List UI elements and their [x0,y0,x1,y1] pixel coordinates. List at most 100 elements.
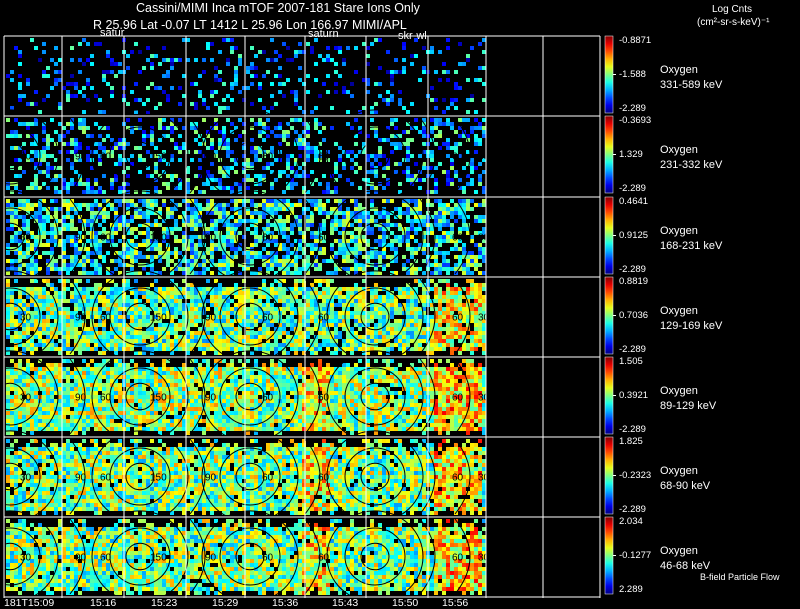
heatmap-cell [322,291,326,295]
heatmap-cell [118,303,122,307]
heatmap-cell [454,287,458,291]
heatmap-cell [102,299,106,303]
contour-label: 60 [318,313,330,324]
heatmap-cell [406,339,410,343]
heatmap-cell [54,363,58,367]
heatmap-cell [398,335,402,339]
heatmap-cell [354,367,358,371]
heatmap-cell [150,199,154,203]
heatmap-cell [34,203,38,207]
heatmap-cell [274,363,278,367]
heatmap-cell [30,207,34,211]
heatmap-cell [90,62,94,66]
heatmap-cell [374,251,378,255]
heatmap-cell [442,319,446,323]
heatmap-cell [286,235,290,239]
heatmap-cell [234,219,238,223]
heatmap-cell [278,207,282,211]
heatmap-cell [314,327,318,331]
heatmap-cell [250,118,254,122]
heatmap-cell [182,239,186,243]
heatmap-cell [446,271,450,275]
heatmap-cell [174,255,178,259]
heatmap-cell [262,363,266,367]
heatmap-cell [26,227,30,231]
heatmap-cell [470,207,474,211]
heatmap-cell [442,367,446,371]
heatmap-cell [342,58,346,62]
heatmap-cell [438,251,442,255]
heatmap-cell [270,367,274,371]
heatmap-cell [338,311,342,315]
heatmap-cell [474,126,478,130]
heatmap-cell [26,327,30,331]
heatmap-cell [298,267,302,271]
heatmap-cell [134,299,138,303]
heatmap-cell [98,363,102,367]
heatmap-cell [226,219,230,223]
heatmap-cell [438,307,442,311]
heatmap-cell [438,323,442,327]
heatmap-cell [422,130,426,134]
heatmap-cell [358,327,362,331]
heatmap-cell [386,255,390,259]
heatmap-cell [86,259,90,263]
heatmap-cell [378,227,382,231]
heatmap-cell [170,66,174,70]
heatmap-cell [170,207,174,211]
heatmap-cell [442,251,446,255]
heatmap-cell [362,311,366,315]
contour-label: 30 [478,233,490,244]
heatmap-cell [386,199,390,203]
heatmap-cell [274,134,278,138]
heatmap-cell [86,331,90,335]
heatmap-cell [250,162,254,166]
heatmap-cell [150,283,154,287]
heatmap-cell [286,174,290,178]
heatmap-cell [410,303,414,307]
heatmap-cell [58,243,62,247]
heatmap-cell [214,303,218,307]
heatmap-cell [326,58,330,62]
heatmap-cell [410,335,414,339]
heatmap-cell [130,154,134,158]
heatmap-cell [190,207,194,211]
heatmap-cell [338,223,342,227]
heatmap-cell [422,66,426,70]
heatmap-cell [294,287,298,291]
heatmap-cell [414,327,418,331]
heatmap-cell [434,347,438,351]
heatmap-cell [414,251,418,255]
heatmap-cell [70,335,74,339]
heatmap-cell [430,126,434,130]
heatmap-cell [38,219,42,223]
heatmap-cell [166,287,170,291]
heatmap-cell [210,291,214,295]
heatmap-cell [106,367,110,371]
heatmap-cell [182,307,186,311]
heatmap-cell [202,267,206,271]
heatmap-cell [170,339,174,343]
heatmap-cell [298,243,302,247]
heatmap-cell [206,299,210,303]
heatmap-cell [262,303,266,307]
heatmap-cell [178,303,182,307]
heatmap-cell [82,271,86,275]
heatmap-cell [66,227,70,231]
heatmap-cell [258,347,262,351]
heatmap-cell [218,295,222,299]
heatmap-cell [226,315,230,319]
heatmap-cell [58,319,62,323]
heatmap-cell [358,243,362,247]
heatmap-cell [422,287,426,291]
heatmap-cell [394,247,398,251]
heatmap-cell [114,359,118,363]
heatmap-cell [170,299,174,303]
heatmap-cell [354,363,358,367]
heatmap-cell [66,158,70,162]
heatmap-cell [378,331,382,335]
heatmap-cell [174,291,178,295]
heatmap-cell [58,219,62,223]
heatmap-cell [282,323,286,327]
heatmap-cell [414,323,418,327]
